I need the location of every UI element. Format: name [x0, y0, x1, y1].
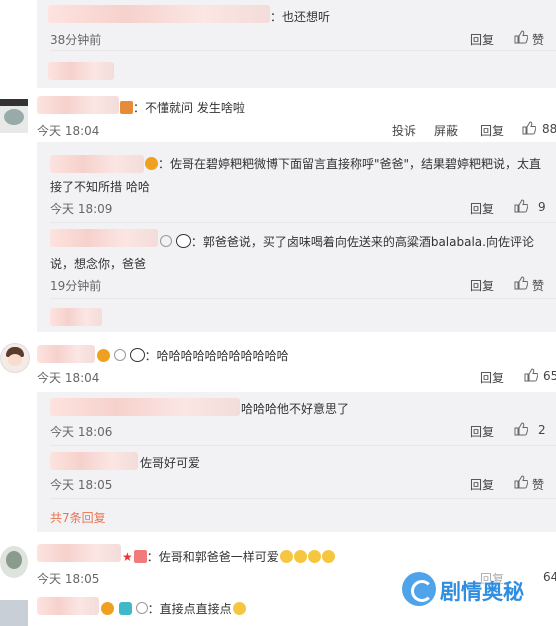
- like-count: 9: [538, 200, 546, 214]
- comment-time: 今天 18:05: [37, 572, 100, 586]
- watermark-text: 剧情奥秘: [440, 580, 524, 604]
- badge-icon: [145, 157, 158, 170]
- thumbs-up-icon[interactable]: [514, 422, 528, 436]
- watermark: 剧情奥秘: [398, 568, 536, 616]
- reply-button[interactable]: 回复: [470, 423, 494, 440]
- panda-icon: [129, 348, 145, 362]
- reply-text-line2: 接了不知所措 哈哈: [50, 180, 150, 194]
- username-blurred[interactable]: [50, 452, 138, 470]
- reply-button[interactable]: 回复: [480, 122, 504, 139]
- reply-time: 今天 18:09: [50, 202, 113, 216]
- medal-icon: [135, 602, 148, 614]
- laughing-emoji-icon: [307, 550, 321, 563]
- username-blurred[interactable]: [37, 597, 99, 615]
- username-blurred[interactable]: [37, 96, 119, 114]
- thumbs-up-icon[interactable]: [514, 475, 528, 489]
- like-count: 65: [543, 369, 556, 383]
- avatar[interactable]: [0, 99, 28, 133]
- panda-icon: [175, 234, 191, 248]
- reply-text-line1: ：佐哥在碧婷粑粑微博下面留言直接称呼"爸爸"，结果碧婷粑粑说，太直: [144, 155, 541, 172]
- reply-button[interactable]: 回复: [470, 277, 494, 294]
- like-count: 64: [543, 570, 556, 584]
- reply-text-line2: 说，想念你，爸爸: [50, 257, 147, 271]
- comment-time: 38分钟前: [50, 33, 102, 47]
- reply-text: 佐哥好可爱: [140, 456, 201, 470]
- blurred-reply-preview: [48, 62, 114, 80]
- thumbs-up-icon[interactable]: [522, 121, 536, 135]
- avatar[interactable]: [0, 600, 28, 626]
- comment-text: ：哈哈哈哈哈哈哈哈哈哈哈: [96, 347, 289, 364]
- blurred-reply-preview: [50, 308, 102, 326]
- comment-time: 今天 18:04: [37, 124, 100, 138]
- comment-text: ：也还想听: [270, 10, 331, 24]
- reply-time: 今天 18:05: [50, 478, 113, 492]
- reply-button[interactable]: 回复: [470, 31, 494, 48]
- username-blurred[interactable]: [48, 5, 270, 23]
- like-button[interactable]: 赞: [532, 31, 544, 48]
- block-button[interactable]: 屏蔽: [434, 122, 458, 139]
- comment-text: ：直接点直接点: [100, 600, 246, 617]
- avatar[interactable]: [0, 546, 28, 578]
- laughing-emoji-icon: [293, 550, 307, 563]
- badge-icon: [120, 101, 133, 114]
- reply-button[interactable]: 回复: [480, 369, 504, 386]
- reply-button[interactable]: 回复: [470, 476, 494, 493]
- username-blurred[interactable]: [37, 544, 121, 562]
- reply-text-line1: ：郭爸爸说，买了卤味喝着向佐送来的高粱酒balabala.向佐评论: [160, 233, 534, 250]
- avatar[interactable]: [0, 343, 30, 373]
- like-button[interactable]: 赞: [532, 476, 544, 493]
- badge-icon: [133, 550, 147, 563]
- reply-button[interactable]: 回复: [470, 200, 494, 217]
- watermark-logo-icon: [402, 572, 436, 606]
- camera-icon: [118, 602, 132, 615]
- like-count: 2: [538, 423, 546, 437]
- like-count: 88: [542, 122, 556, 136]
- reply-time: 19分钟前: [50, 279, 102, 293]
- laughing-emoji-icon: [279, 550, 293, 563]
- comment-text: ★ ：佐哥和郭爸爸一样可爱: [122, 548, 335, 565]
- medal-icon: [113, 349, 126, 361]
- username-blurred[interactable]: [50, 398, 240, 416]
- badge-icon: [97, 349, 110, 362]
- comment-text: ：不懂就问 发生啥啦: [119, 99, 245, 116]
- cat-emoji-icon: [232, 602, 246, 615]
- username-blurred[interactable]: [50, 155, 144, 173]
- username-blurred[interactable]: [50, 229, 158, 247]
- username-blurred[interactable]: [37, 345, 95, 363]
- more-replies-link[interactable]: 共7条回复: [50, 509, 106, 526]
- laughing-emoji-icon: [321, 550, 335, 563]
- reply-time: 今天 18:06: [50, 425, 113, 439]
- like-button[interactable]: 赞: [532, 277, 544, 294]
- thumbs-up-icon[interactable]: [524, 368, 538, 382]
- reply-text: 哈哈哈他不好意思了: [241, 402, 350, 416]
- thumbs-up-icon[interactable]: [514, 30, 528, 44]
- star-icon: ★: [122, 550, 133, 564]
- report-button[interactable]: 投诉: [392, 122, 416, 139]
- thumbs-up-icon[interactable]: [514, 276, 528, 290]
- comment-time: 今天 18:04: [37, 371, 100, 385]
- medal-icon: [160, 235, 172, 247]
- thumbs-up-icon[interactable]: [514, 199, 528, 213]
- badge-icon: [101, 602, 114, 615]
